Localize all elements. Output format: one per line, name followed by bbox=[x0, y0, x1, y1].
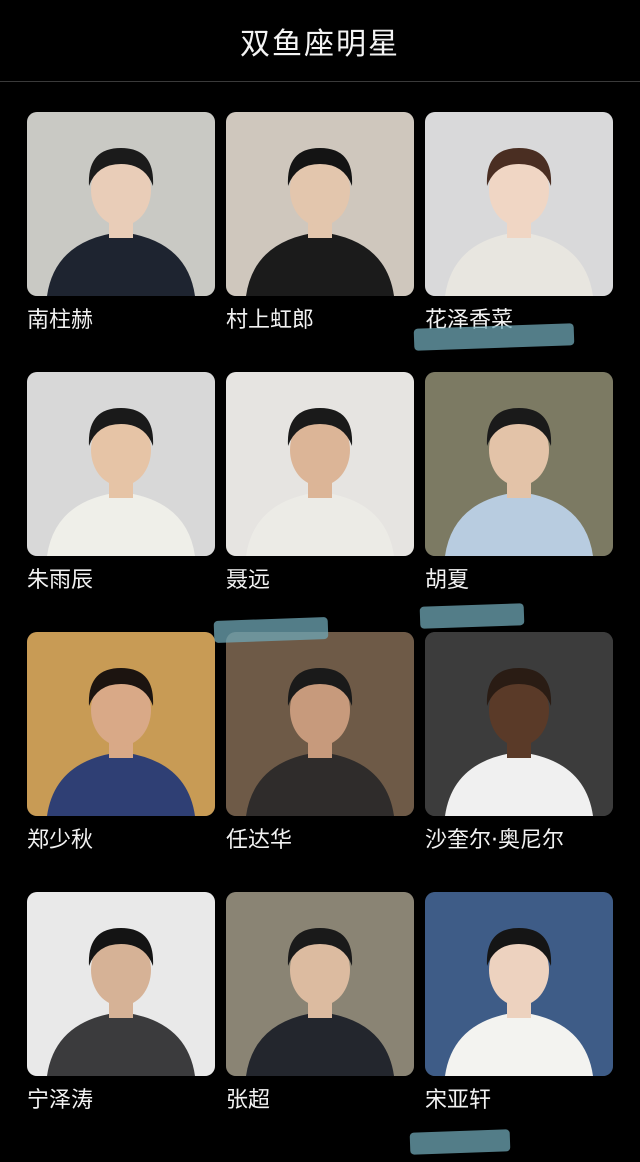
page-title: 双鱼座明星 bbox=[240, 26, 400, 62]
star-photo[interactable] bbox=[425, 112, 613, 296]
star-photo[interactable] bbox=[27, 372, 215, 556]
star-photo[interactable] bbox=[226, 892, 414, 1076]
star-photo[interactable] bbox=[425, 632, 613, 816]
redaction-mark bbox=[413, 323, 575, 351]
star-name: 胡夏 bbox=[425, 568, 470, 593]
star-name: 聂远 bbox=[226, 568, 271, 593]
star-name: 村上虹郎 bbox=[226, 308, 315, 333]
star-photo[interactable] bbox=[425, 892, 613, 1076]
redaction-mark bbox=[419, 603, 525, 629]
star-name: 张超 bbox=[226, 1088, 271, 1113]
redaction-mark bbox=[213, 617, 329, 643]
star-name: 宋亚轩 bbox=[425, 1088, 492, 1113]
star-photo[interactable] bbox=[425, 372, 613, 556]
star-name: 朱雨辰 bbox=[27, 568, 94, 593]
star-photo[interactable] bbox=[226, 632, 414, 816]
star-photo[interactable] bbox=[27, 892, 215, 1076]
star-photo[interactable] bbox=[226, 112, 414, 296]
star-photo[interactable] bbox=[27, 112, 215, 296]
redaction-mark bbox=[409, 1129, 511, 1155]
star-photo[interactable] bbox=[27, 632, 215, 816]
page-header: 双鱼座明星 bbox=[0, 0, 640, 82]
star-photo[interactable] bbox=[226, 372, 414, 556]
star-name: 沙奎尔·奥尼尔 bbox=[425, 828, 564, 853]
star-name: 宁泽涛 bbox=[27, 1088, 94, 1113]
star-name: 任达华 bbox=[226, 828, 293, 853]
star-name: 南柱赫 bbox=[27, 308, 94, 333]
star-name: 郑少秋 bbox=[27, 828, 94, 853]
